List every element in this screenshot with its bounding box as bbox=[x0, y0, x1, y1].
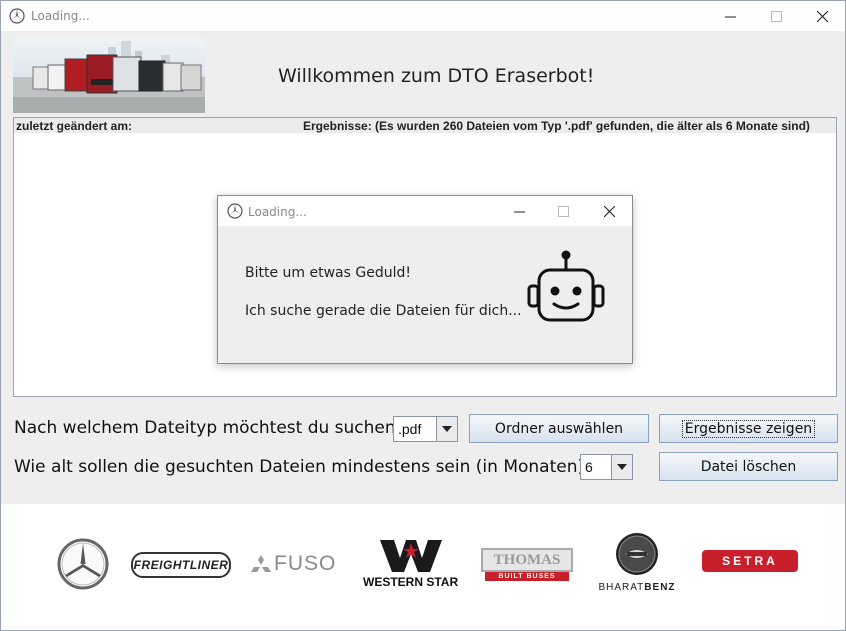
window-title: Loading... bbox=[31, 9, 90, 23]
dialog-close-button[interactable] bbox=[586, 196, 632, 226]
age-value: 6 bbox=[585, 459, 593, 475]
chevron-down-icon bbox=[442, 426, 452, 432]
thomas-subtitle: BUILT BUSES bbox=[498, 573, 556, 580]
close-button[interactable] bbox=[799, 1, 845, 31]
column-header-results: Ergebnisse: (Es wurden 260 Dateien vom T… bbox=[303, 119, 810, 133]
dialog-title-bar: Loading... bbox=[218, 196, 632, 226]
title-bar: Loading... bbox=[1, 1, 845, 31]
delete-file-button[interactable]: Datei löschen bbox=[659, 452, 838, 481]
mitsubishi-diamonds-icon bbox=[251, 555, 271, 572]
age-question-label: Wie alt sollen die gesuchten Dateien min… bbox=[14, 457, 594, 477]
setra-text: SETRA bbox=[722, 554, 778, 568]
filetype-value: .pdf bbox=[398, 421, 422, 437]
choose-folder-label: Ordner auswählen bbox=[494, 420, 624, 437]
welcome-heading: Willkommen zum DTO Eraserbot! bbox=[278, 65, 595, 87]
show-results-label: Ergebnisse zeigen bbox=[681, 419, 816, 438]
dialog-maximize-button[interactable] bbox=[540, 196, 586, 226]
dialog-title: Loading... bbox=[248, 205, 307, 219]
western-star-text: WESTERN STAR bbox=[363, 575, 459, 589]
thomas-built-buses-logo: THOMAS BUILT BUSES bbox=[481, 548, 573, 582]
maximize-button[interactable] bbox=[753, 1, 799, 31]
mercedes-star-icon bbox=[227, 203, 243, 219]
age-dropdown-button[interactable] bbox=[611, 455, 632, 479]
western-star-logo: WESTERN STAR bbox=[363, 540, 461, 590]
dialog-minimize-button[interactable] bbox=[496, 196, 542, 226]
fuso-logo: FUSO bbox=[251, 552, 336, 576]
minimize-icon bbox=[724, 16, 736, 17]
western-star-w-icon bbox=[380, 540, 442, 572]
bharatbenz-logo: BHARATBENZ bbox=[591, 532, 683, 594]
fuso-text: FUSO bbox=[274, 552, 337, 575]
filetype-dropdown-button[interactable] bbox=[436, 417, 457, 441]
chevron-down-icon bbox=[617, 464, 627, 470]
dialog-message-line1: Bitte um etwas Geduld! bbox=[245, 265, 411, 281]
freightliner-text: FREIGHTLINER bbox=[133, 558, 229, 572]
maximize-icon bbox=[770, 10, 782, 22]
minimize-button[interactable] bbox=[707, 1, 753, 31]
freightliner-logo: FREIGHTLINER bbox=[131, 552, 231, 578]
bharatbenz-emblem-icon bbox=[616, 533, 658, 575]
close-icon bbox=[816, 10, 828, 22]
results-header: zuletzt geändert am: Ergebnisse: (Es wur… bbox=[13, 117, 837, 134]
filetype-question-label: Nach welchem Dateityp möchtest du suchen… bbox=[14, 418, 405, 438]
age-combobox[interactable]: 6 bbox=[580, 454, 633, 480]
robot-icon bbox=[527, 250, 605, 322]
mercedes-benz-logo bbox=[57, 538, 109, 590]
choose-folder-button[interactable]: Ordner auswählen bbox=[469, 414, 649, 443]
delete-file-label: Datei löschen bbox=[700, 458, 797, 475]
minimize-icon bbox=[513, 211, 525, 212]
maximize-icon bbox=[557, 205, 569, 217]
dialog-message-line2: Ich suche gerade die Dateien für dich... bbox=[245, 303, 522, 319]
loading-dialog: Loading... Bitte um etwas Geduld! Ich su… bbox=[217, 195, 633, 364]
column-header-modified: zuletzt geändert am: bbox=[16, 119, 133, 133]
bharat-text: BHARAT bbox=[598, 582, 645, 593]
filetype-combobox[interactable]: .pdf bbox=[393, 416, 458, 442]
truck-fleet-image bbox=[13, 37, 205, 113]
brand-logos-bar: FREIGHTLINER FUSO WESTERN STAR THOMAS BU… bbox=[1, 504, 845, 630]
mercedes-star-icon bbox=[9, 8, 25, 24]
close-icon bbox=[603, 205, 615, 217]
benz-text: BENZ bbox=[644, 582, 676, 593]
thomas-text: THOMAS bbox=[493, 551, 561, 568]
show-results-button[interactable]: Ergebnisse zeigen bbox=[659, 414, 838, 443]
setra-logo: SETRA bbox=[702, 550, 798, 572]
